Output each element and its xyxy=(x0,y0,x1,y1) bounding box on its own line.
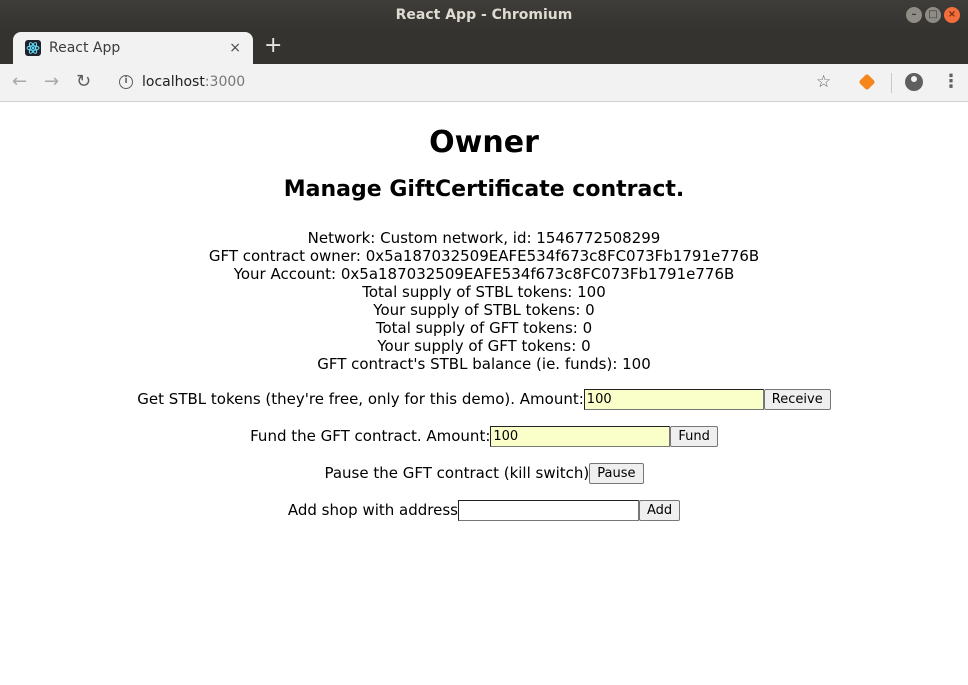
tab-title: React App xyxy=(49,40,121,56)
toolbar-divider xyxy=(891,73,892,93)
tab-strip: React App × + xyxy=(0,30,968,64)
close-window-button[interactable]: × xyxy=(944,7,960,23)
receive-amount-input[interactable] xyxy=(583,388,764,410)
funds-line: GFT contract's STBL balance (ie. funds):… xyxy=(317,355,651,373)
tab-close-icon[interactable]: × xyxy=(229,40,241,56)
fund-row: Fund the GFT contract. Amount: Fund xyxy=(0,425,968,447)
menu-icon[interactable]: ⋮ xyxy=(942,72,960,92)
account-line: Your Account: 0x5a187032509EAFE534f673c8… xyxy=(233,265,735,283)
url-port: :3000 xyxy=(204,74,246,90)
pause-label: Pause the GFT contract (kill switch) xyxy=(324,464,590,482)
bookmark-star-icon[interactable]: ☆ xyxy=(816,72,831,92)
page-title: Owner xyxy=(429,125,539,160)
new-tab-button[interactable]: + xyxy=(264,34,282,58)
stbl-total-line: Total supply of STBL tokens: 100 xyxy=(362,283,606,301)
minimize-button[interactable]: – xyxy=(906,7,922,23)
receive-button[interactable]: Receive xyxy=(763,388,831,410)
owner-line: GFT contract owner: 0x5a187032509EAFE534… xyxy=(208,247,760,265)
address-bar[interactable]: localhost:3000 xyxy=(142,74,245,90)
add-shop-row: Add shop with address Add xyxy=(0,499,968,521)
add-shop-button[interactable]: Add xyxy=(638,499,681,521)
receive-label: Get STBL tokens (they're free, only for … xyxy=(137,390,584,408)
profile-icon[interactable] xyxy=(905,73,923,91)
metamask-extension-icon[interactable] xyxy=(858,73,876,91)
url-host: localhost xyxy=(142,74,205,90)
gft-total-line: Total supply of GFT tokens: 0 xyxy=(375,319,593,337)
network-line: Network: Custom network, id: 15467725082… xyxy=(307,229,661,247)
forward-icon[interactable]: → xyxy=(44,72,59,92)
info-icon[interactable]: i xyxy=(119,75,133,89)
back-icon[interactable]: ← xyxy=(12,72,27,92)
browser-toolbar: ← → ↻ i localhost:3000 ☆ ⋮ xyxy=(0,64,968,102)
gft-yours-line: Your supply of GFT tokens: 0 xyxy=(377,337,591,355)
fund-amount-input[interactable] xyxy=(490,425,671,447)
fund-button[interactable]: Fund xyxy=(670,425,718,447)
receive-row: Get STBL tokens (they're free, only for … xyxy=(0,388,968,410)
contract-info: Network: Custom network, id: 15467725082… xyxy=(0,229,968,373)
fund-label: Fund the GFT contract. Amount: xyxy=(250,427,491,445)
maximize-button[interactable]: □ xyxy=(925,7,941,23)
tab-react-app[interactable]: React App × xyxy=(13,32,253,64)
add-shop-label: Add shop with address xyxy=(287,501,458,519)
pause-row: Pause the GFT contract (kill switch) Pau… xyxy=(0,462,968,484)
window-titlebar: React App - Chromium – □ × xyxy=(0,0,968,30)
pause-button[interactable]: Pause xyxy=(589,462,644,484)
window-title: React App - Chromium xyxy=(395,7,573,23)
stbl-yours-line: Your supply of STBL tokens: 0 xyxy=(373,301,595,319)
page-content: Owner Manage GiftCertificate contract. N… xyxy=(0,103,968,685)
window-controls: – □ × xyxy=(906,7,960,23)
reload-icon[interactable]: ↻ xyxy=(76,72,91,92)
react-icon xyxy=(25,40,41,56)
shop-address-input[interactable] xyxy=(457,499,639,521)
page-subtitle: Manage GiftCertificate contract. xyxy=(283,177,685,202)
